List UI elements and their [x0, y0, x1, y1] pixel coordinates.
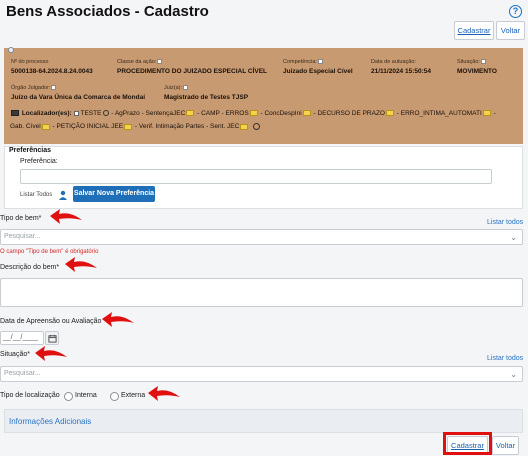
- loc-help-icon[interactable]: [253, 123, 261, 130]
- arrow-data-icon: [102, 312, 134, 327]
- informacoes-adicionais-title[interactable]: Informações Adicionais: [9, 417, 91, 426]
- top-voltar-button[interactable]: Voltar: [496, 21, 525, 40]
- loc-camp[interactable]: - CAMP - ERROS: [197, 110, 249, 117]
- autuacao-value: 21/11/2024 15:50:54: [371, 68, 431, 75]
- calendar-button[interactable]: [45, 331, 59, 345]
- loc-teste-checkbox[interactable]: [74, 110, 80, 116]
- competence-info-icon[interactable]: [317, 59, 323, 65]
- loc-verif[interactable]: - Verif. Intimação Partes - Sent. JEC: [135, 123, 239, 130]
- preferences-title: Preferências: [9, 147, 52, 154]
- preferences-panel: Preferências Preferência: Listar Todos S…: [4, 146, 523, 209]
- radio-interna-label[interactable]: Interna: [75, 392, 97, 399]
- top-cadastrar-button[interactable]: Cadastrar: [454, 21, 494, 40]
- loc-teste[interactable]: TESTE: [80, 110, 101, 117]
- competence-label: Competência:: [283, 59, 317, 65]
- class-label: Classe da ação:: [117, 59, 157, 65]
- judge-label: Juiz(a):: [164, 85, 183, 91]
- data-label: Data de Apreensão ou Avaliação: [0, 318, 102, 325]
- class-value: PROCEDIMENTO DO JUIZADO ESPECIAL CÍVEL: [117, 68, 268, 75]
- situation-info-icon[interactable]: [480, 59, 486, 65]
- user-icon[interactable]: [58, 190, 68, 200]
- calendar-icon: [48, 334, 57, 343]
- process-info-dot-icon[interactable]: [8, 47, 14, 53]
- situacao-label: Situação*: [0, 351, 30, 358]
- judge-info-icon[interactable]: [183, 85, 189, 91]
- help-icon[interactable]: ?: [509, 5, 522, 18]
- situation-label: Situação:: [457, 59, 480, 65]
- tipo-bem-label: Tipo de bem*: [0, 215, 42, 222]
- tag-icon: [124, 123, 133, 130]
- chevron-down-icon: ⌄: [510, 370, 517, 379]
- loc-gab[interactable]: Gab. Cível: [10, 123, 41, 130]
- loc-peticao[interactable]: - PETIÇÃO INICIAL JEE: [53, 123, 124, 130]
- localizadores-line-1: Localizador(es): TESTE - AgPrazo - Sente…: [10, 110, 496, 117]
- descricao-label: Descrição do bem*: [0, 264, 60, 271]
- radio-externa-label[interactable]: Externa: [121, 392, 145, 399]
- informacoes-adicionais-bar[interactable]: Informações Adicionais: [4, 409, 523, 433]
- class-info-icon[interactable]: [157, 59, 163, 65]
- localizadores-label: Localizador(es):: [21, 110, 72, 117]
- orgao-info-icon[interactable]: [51, 85, 57, 91]
- situacao-select[interactable]: Pesquisar... ⌄: [0, 366, 523, 382]
- save-preference-button[interactable]: Salvar Nova Preferência: [73, 186, 155, 202]
- arrow-situacao-icon: [35, 346, 67, 361]
- chevron-down-icon: ⌄: [510, 233, 517, 242]
- descricao-textarea[interactable]: [0, 278, 523, 307]
- data-placeholder: __/__/____: [3, 334, 39, 341]
- loc-erro[interactable]: - ERRO_INTIMA_AUTOMATI: [397, 110, 482, 117]
- process-number-label: Nº do processo: [11, 59, 49, 65]
- data-input[interactable]: __/__/____: [0, 331, 44, 345]
- arrow-descricao-icon: [65, 257, 97, 272]
- page-title: Bens Associados - Cadastro: [6, 3, 209, 20]
- process-summary: Nº do processo 5000138-64.2024.8.24.0043…: [4, 47, 523, 144]
- autuacao-label: Data de autuação:: [371, 59, 416, 65]
- radio-externa[interactable]: [110, 392, 119, 401]
- situacao-listar-todos-link[interactable]: Listar todos: [487, 355, 523, 362]
- arrow-localizacao-icon: [148, 386, 180, 401]
- radio-interna[interactable]: [64, 392, 73, 401]
- tag-icon: [385, 110, 394, 117]
- cadastrar-highlight-box: [443, 432, 492, 455]
- loc-teste-circle-icon: [103, 110, 110, 117]
- tipo-bem-listar-todos-link[interactable]: Listar todos: [487, 219, 523, 226]
- loc-agprazo[interactable]: - AgPrazo - SentençaJEC: [111, 110, 185, 117]
- tag-icon: [302, 110, 311, 117]
- orgao-value: Juízo da Vara Única da Comarca de Mondaí: [11, 94, 146, 101]
- process-number-value[interactable]: 5000138-64.2024.8.24.0043: [11, 68, 93, 75]
- bottom-voltar-button[interactable]: Voltar: [492, 436, 519, 455]
- loc-dash: -: [493, 110, 496, 117]
- situacao-placeholder: Pesquisar...: [4, 370, 41, 377]
- orgao-label: Órgão Julgador:: [11, 85, 51, 91]
- localizador-lock-icon: [11, 110, 19, 117]
- competence-value: Juizado Especial Cível: [283, 68, 353, 75]
- tag-icon: [240, 123, 249, 130]
- preference-input[interactable]: [20, 169, 492, 184]
- judge-value: Magistrado de Testes TJSP: [164, 94, 249, 101]
- preference-label: Preferência:: [20, 158, 58, 165]
- situation-value: MOVIMENTO: [457, 68, 497, 75]
- listar-todos-label[interactable]: Listar Todos: [20, 192, 52, 198]
- loc-concdesp[interactable]: - ConcDespIni: [260, 110, 301, 117]
- tag-icon: [186, 110, 195, 117]
- tag-icon: [41, 123, 50, 130]
- tipo-bem-placeholder: Pesquisar...: [4, 233, 41, 240]
- tipo-localizacao-label: Tipo de localização: [0, 392, 60, 399]
- loc-decurso[interactable]: - DECURSO DE PRAZO: [313, 110, 385, 117]
- localizadores-line-2: Gab. Cível - PETIÇÃO INICIAL JEE - Verif…: [10, 123, 261, 130]
- tipo-bem-select[interactable]: Pesquisar... ⌄: [0, 229, 523, 245]
- tag-icon: [249, 110, 258, 117]
- tag-icon: [482, 110, 491, 117]
- arrow-tipo-bem-icon: [50, 209, 82, 224]
